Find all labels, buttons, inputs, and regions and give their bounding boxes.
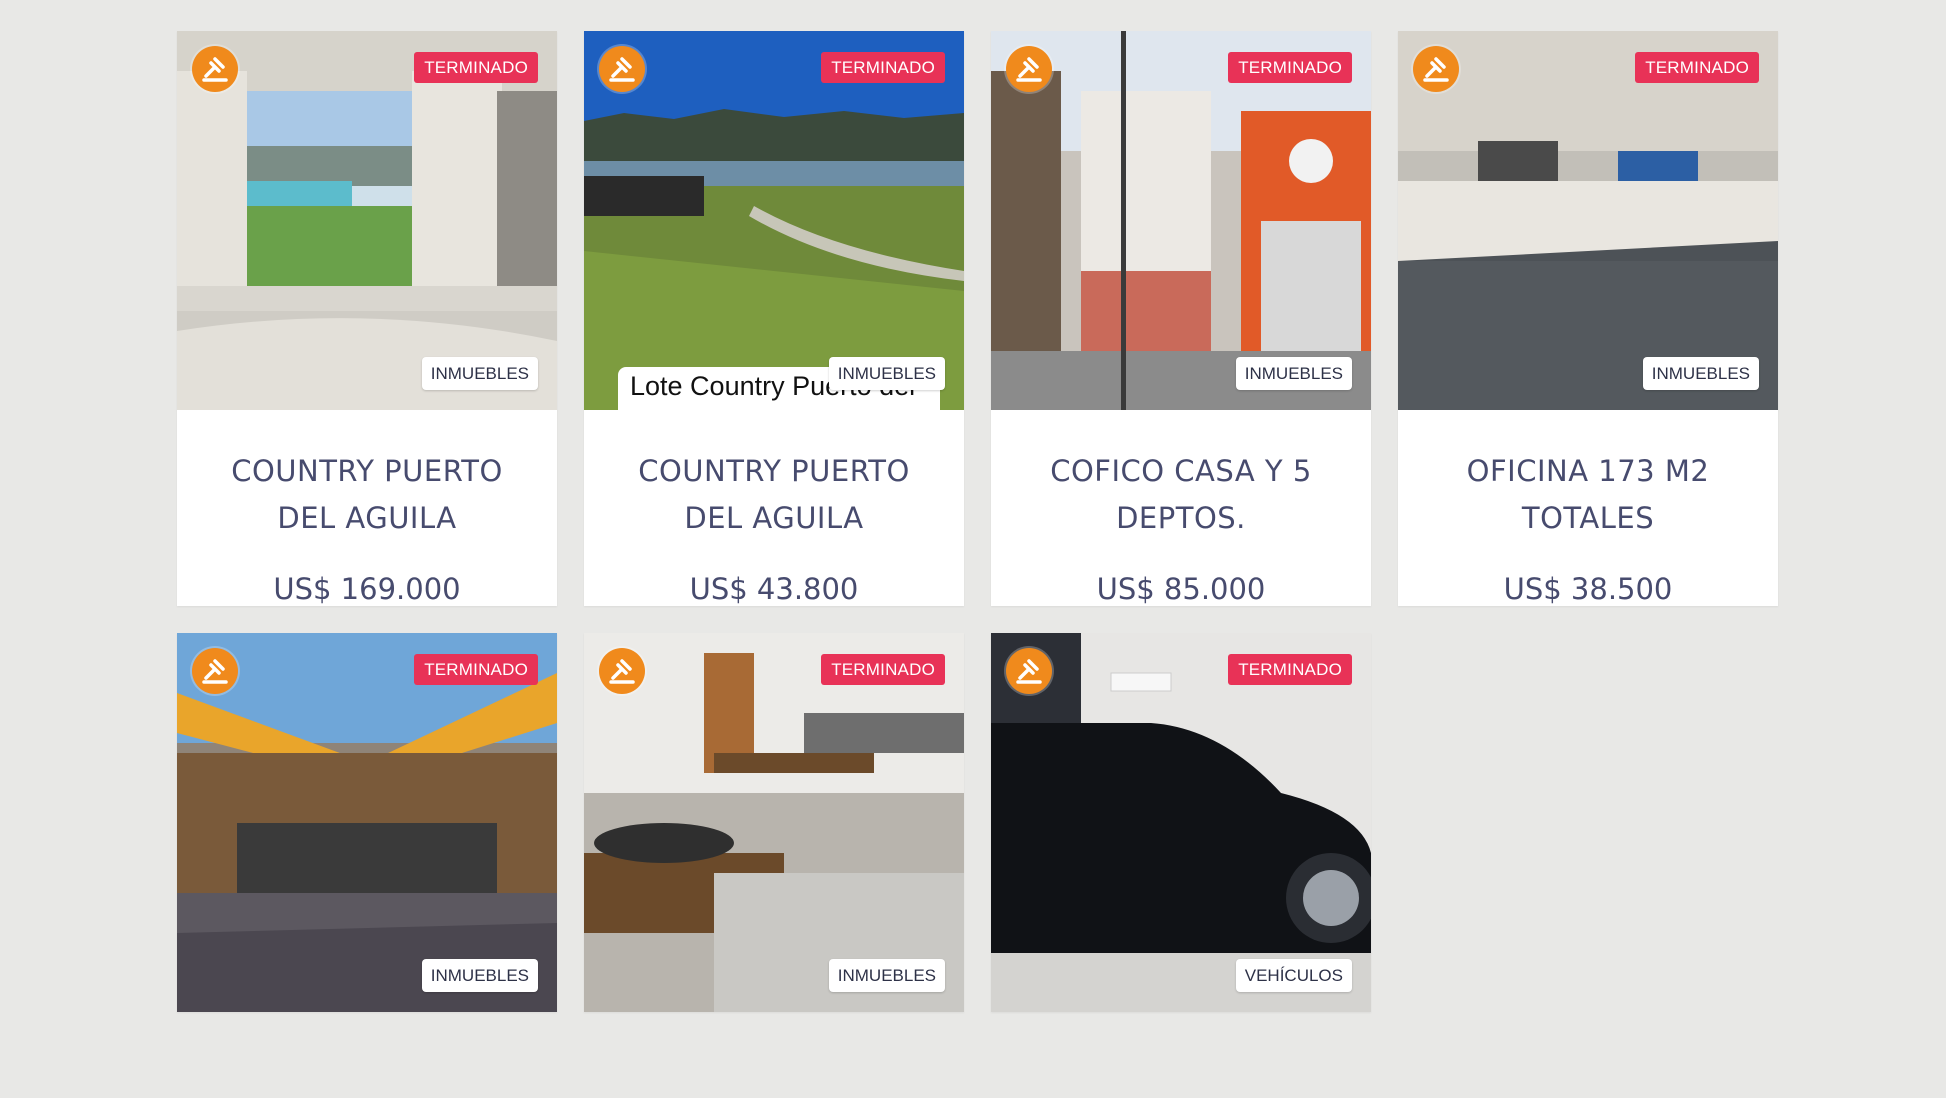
listing-card[interactable]: TERMINADO INMUEBLES xyxy=(584,633,964,1012)
listing-image[interactable]: TERMINADO INMUEBLES xyxy=(584,633,964,1012)
status-badge: TERMINADO xyxy=(414,654,538,685)
listing-image[interactable]: TERMINADO VEHÍCULOS xyxy=(991,633,1371,1012)
listing-image[interactable]: TERMINADO Lote Country Puerto del INMUEB… xyxy=(584,31,964,410)
title-line-1: OFICINA 173 M2 xyxy=(1466,454,1710,488)
listing-image[interactable]: TERMINADO INMUEBLES xyxy=(991,31,1371,410)
living-room-photo xyxy=(584,633,964,1012)
status-badge: TERMINADO xyxy=(821,52,945,83)
category-badge: INMUEBLES xyxy=(828,959,945,992)
listing-card[interactable]: TERMINADO INMUEBLES COFICO CASA Y 5 DEPT… xyxy=(991,31,1371,606)
listing-title[interactable]: OFICINA 173 M2 TOTALES xyxy=(1423,448,1753,542)
black-car-photo xyxy=(991,633,1371,1012)
category-badge: INMUEBLES xyxy=(1642,357,1759,390)
listing-card[interactable]: TERMINADO INMUEBLES xyxy=(177,633,557,1012)
listing-image[interactable]: TERMINADO INMUEBLES xyxy=(177,633,557,1012)
title-line-2: DEL AGUILA xyxy=(684,501,864,535)
title-line-2: DEPTOS. xyxy=(1116,501,1246,535)
listing-card[interactable]: TERMINADO INMUEBLES COUNTRY PUERTO DEL A… xyxy=(177,31,557,606)
category-badge: INMUEBLES xyxy=(1235,357,1352,390)
auction-gavel-logo-icon xyxy=(599,648,645,694)
house-facade-photo xyxy=(991,31,1371,410)
category-badge: VEHÍCULOS xyxy=(1235,959,1352,992)
status-badge: TERMINADO xyxy=(1228,52,1352,83)
auction-gavel-logo-icon xyxy=(1006,46,1052,92)
listing-card[interactable]: TERMINADO INMUEBLES OFICINA 173 M2 TOTAL… xyxy=(1398,31,1778,606)
listing-title[interactable]: COUNTRY PUERTO DEL AGUILA xyxy=(609,448,939,542)
category-badge: INMUEBLES xyxy=(828,357,945,390)
listing-image[interactable]: TERMINADO INMUEBLES xyxy=(1398,31,1778,410)
auction-gavel-logo-icon xyxy=(192,648,238,694)
listing-price: US$ 169.000 xyxy=(273,572,461,606)
status-badge: TERMINADO xyxy=(821,654,945,685)
listing-price: US$ 38.500 xyxy=(1503,572,1673,606)
title-line-2: TOTALES xyxy=(1521,501,1655,535)
listing-price: US$ 85.000 xyxy=(1096,572,1266,606)
listing-title[interactable]: COFICO CASA Y 5 DEPTOS. xyxy=(1016,448,1346,542)
listing-image[interactable]: TERMINADO INMUEBLES xyxy=(177,31,557,410)
listing-card[interactable]: TERMINADO VEHÍCULOS xyxy=(991,633,1371,1012)
bedroom-photo xyxy=(177,31,557,410)
status-badge: TERMINADO xyxy=(1228,654,1352,685)
title-line-1: COFICO CASA Y 5 xyxy=(1050,454,1312,488)
category-badge: INMUEBLES xyxy=(421,357,538,390)
listing-title[interactable]: COUNTRY PUERTO DEL AGUILA xyxy=(202,448,532,542)
listing-price: US$ 43.800 xyxy=(689,572,859,606)
auction-gavel-logo-icon xyxy=(1006,648,1052,694)
listings-grid: TERMINADO INMUEBLES COUNTRY PUERTO DEL A… xyxy=(177,31,1781,1012)
title-line-1: COUNTRY PUERTO xyxy=(231,454,503,488)
status-badge: TERMINADO xyxy=(414,52,538,83)
lake-landscape-photo xyxy=(584,31,964,410)
shopping-gallery-photo xyxy=(177,633,557,1012)
auction-gavel-logo-icon xyxy=(1413,46,1459,92)
title-line-1: COUNTRY PUERTO xyxy=(638,454,910,488)
auction-gavel-logo-icon xyxy=(192,46,238,92)
listing-card[interactable]: TERMINADO Lote Country Puerto del INMUEB… xyxy=(584,31,964,606)
title-line-2: DEL AGUILA xyxy=(277,501,457,535)
office-interior-photo xyxy=(1398,31,1778,410)
status-badge: TERMINADO xyxy=(1635,52,1759,83)
auction-gavel-logo-icon xyxy=(599,46,645,92)
category-badge: INMUEBLES xyxy=(421,959,538,992)
